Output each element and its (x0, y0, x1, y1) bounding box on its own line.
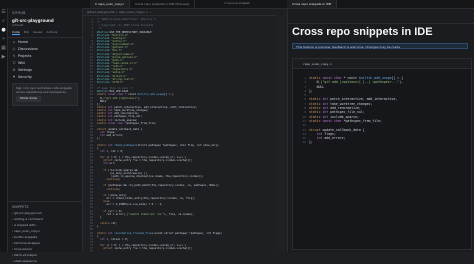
banner-text: Sign in to sync and share code snippets … (16, 86, 72, 94)
snippet-line-numbers: 1 2 3 4 5 6 7 8 9 10 11 12 13 14 15 16 (295, 76, 306, 145)
sidebar-item[interactable]: ⚙ Settings (8, 66, 82, 73)
snippet-code[interactable]: static const char * const builtin_add_us… (309, 76, 403, 145)
code-line: }; (309, 140, 313, 145)
snippets-list: › git-src-playground › adding a command › … (8, 210, 82, 264)
repo-tab-code[interactable]: Code (12, 30, 20, 35)
line-numbers: 1 2 3 4 5 6 7 8 9 10 11 12 13 14 15 16 17 18 19 20 21 22 23 24 2… (83, 18, 93, 252)
preview-toolbar (288, 9, 474, 24)
preview-info-banner: This feature is preview, feedback is wel… (292, 43, 468, 49)
tab-source-file[interactable]: C repo_scan_copy.c (90, 0, 131, 8)
repo-tabs: Code Pull Issues Actions (8, 29, 82, 38)
activity-bar: ☰ ⌕ ● ⑂ ▦ ▶ (0, 8, 8, 252)
tab-snippets[interactable]: Cross repo snippets in IDE (287, 0, 338, 8)
sidebar-item-icon: ✎ (12, 53, 16, 58)
window-title: C source snippet (224, 1, 250, 5)
sidebar-item[interactable]: ⌂ Home (8, 38, 82, 45)
snippets-title: SNIPPETS (12, 205, 29, 209)
sidebar-item-label: Discussions (18, 46, 38, 51)
breadcrumb[interactable]: git-src-playground > repo_scan_copy.c > … (83, 9, 286, 16)
sidebar-item-icon: ◎ (12, 46, 16, 51)
snippet-preview-panel: Cross repo snippets in IDE This feature … (287, 9, 474, 252)
sidebar-item-icon: ☷ (12, 60, 16, 65)
code-line: static int chmod_pathspec(struct pathspe… (97, 143, 219, 147)
snippet-file-label[interactable]: repo_scan_copy.c (303, 62, 332, 66)
sidebar-item-label: Settings (18, 67, 32, 72)
editor-tabs: C repo_scan_copy.c Cross repo snippets i… (90, 0, 196, 8)
extensions-icon[interactable]: ▦ (0, 44, 7, 53)
sidebar: GITHUB git-src-playground octocat Code P… (8, 8, 83, 263)
search-icon[interactable]: ⌕ (0, 17, 7, 26)
github-icon[interactable]: ● (0, 26, 7, 35)
sign-in-banner: Sign in to sync and share code snippets … (12, 83, 78, 106)
code-line: static int renormalize_tracked_files(con… (97, 231, 222, 235)
sidebar-item-icon: ⌂ (12, 39, 16, 44)
preview-heading: Cross repo snippets in IDE (292, 26, 433, 38)
sidebar-item[interactable]: ✎ Projects (8, 52, 82, 59)
repo-tab-pull[interactable]: Pull (24, 30, 29, 35)
explorer-icon[interactable]: ☰ (0, 8, 7, 17)
sidebar-item-icon: ⚑ (12, 74, 16, 79)
sidebar-item-label: Security (18, 74, 32, 79)
tab-preview[interactable]: Cross repo snippets in IDE (Preview) (130, 0, 196, 8)
line-number: 16 (302, 140, 306, 145)
sidebar-nav: ⌂ Home ◎ Discussions ✎ Projects ☷ Wiki ⚙ Settings… (8, 38, 82, 80)
source-control-icon[interactable]: ⑂ (0, 35, 7, 44)
snippets-section: SNIPPETS › git-src-playground › adding a … (8, 201, 82, 263)
repo-tab-actions[interactable]: Actions (46, 30, 57, 35)
sidebar-item[interactable]: ☷ Wiki (8, 59, 82, 66)
run-icon[interactable]: ▶ (0, 53, 7, 62)
right-tabs: Cross repo snippets in IDE (287, 0, 338, 8)
sidebar-item-label: Home (18, 39, 29, 44)
sidebar-item[interactable]: ⚑ Security (8, 73, 82, 80)
minimap[interactable] (277, 15, 285, 251)
snippet-list-item[interactable]: › shell-sequence (8, 258, 82, 264)
sidebar-item-icon: ⚙ (12, 67, 16, 72)
snippet-card: repo_scan_copy.c 1 2 3 4 5 6 7 8 9 10 11 12 13 14 15 16… (292, 58, 472, 250)
sidebar-item[interactable]: ◎ Discussions (8, 45, 82, 52)
sidebar-item-label: Wiki (18, 60, 26, 65)
show-more-button[interactable]: Show more (16, 96, 41, 102)
sidebar-item-label: Projects (18, 53, 32, 58)
repo-tab-issues[interactable]: Issues (33, 30, 42, 35)
snippet-card-header: repo_scan_copy.c (293, 59, 471, 69)
code-editor[interactable]: git-src-playground > repo_scan_copy.c > … (83, 9, 286, 252)
repo-name[interactable]: git-src-playground (8, 16, 82, 23)
sidebar-title: GITHUB (12, 11, 26, 15)
code-text[interactable]: /* SPDX-License-Identifier: GPL-2.0 *//*… (97, 18, 222, 252)
